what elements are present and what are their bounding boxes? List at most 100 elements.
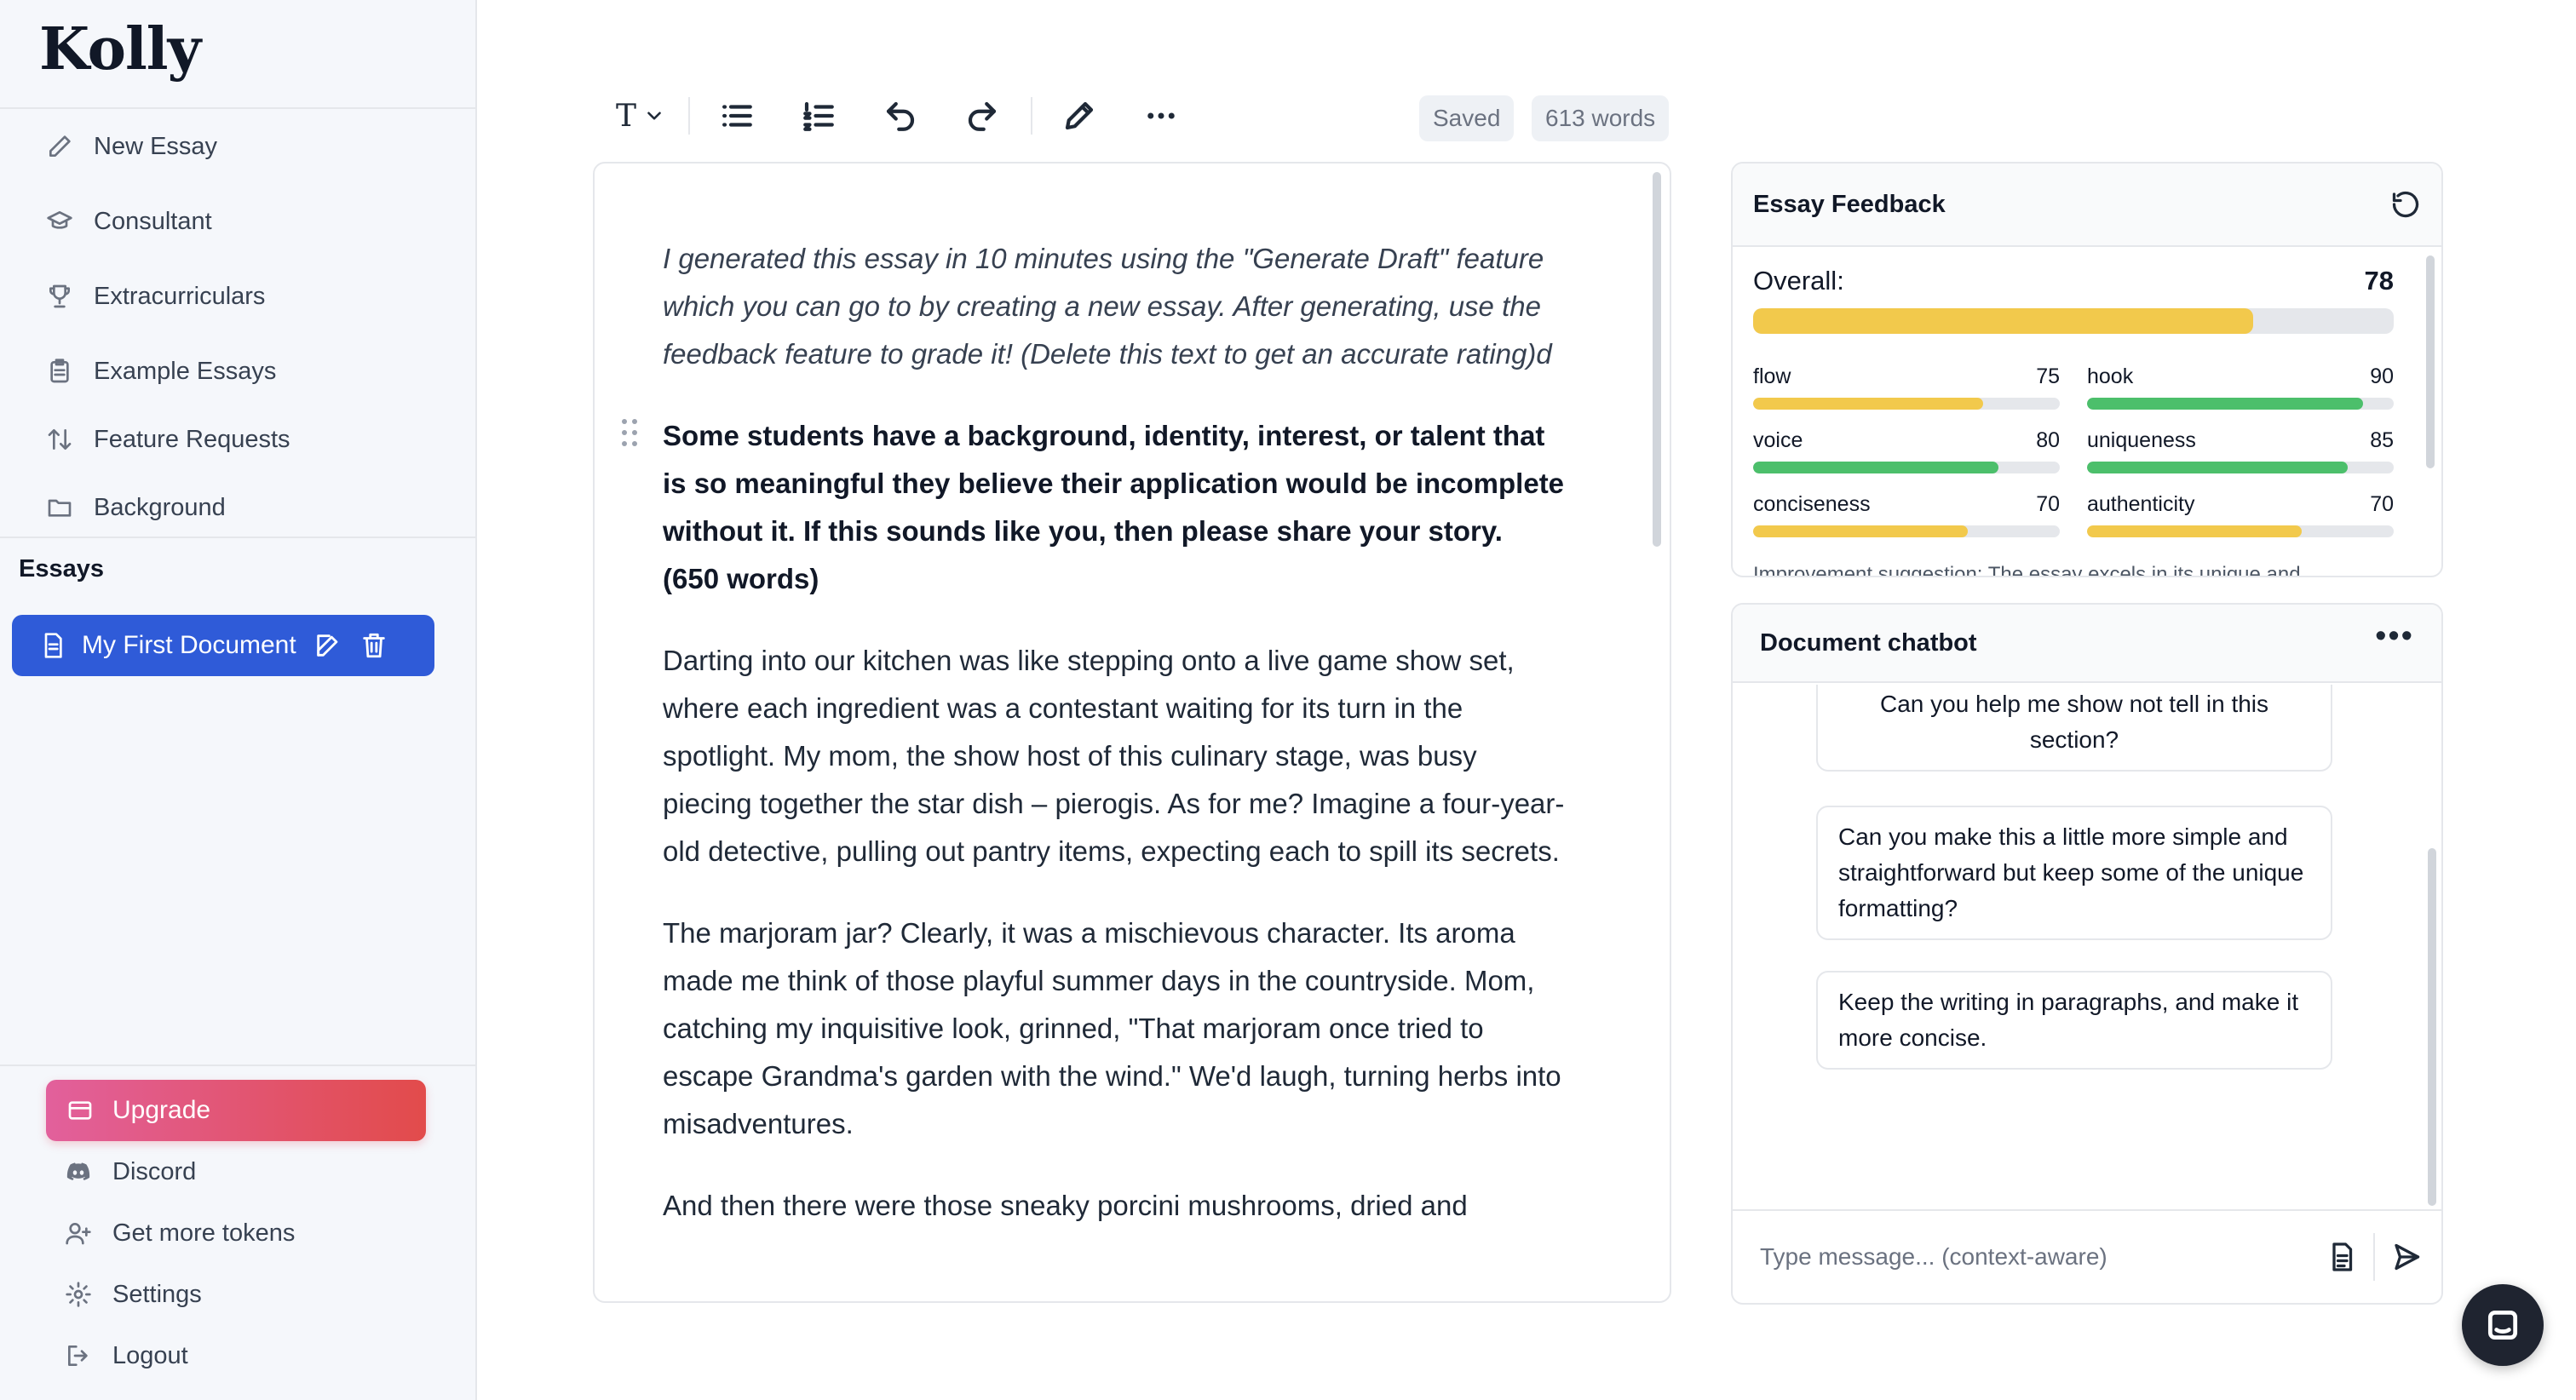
divider [0,1064,475,1066]
editor-paragraph[interactable]: The marjoram jar? Clearly, it was a misc… [663,909,1566,1148]
metric-progress-bar [2087,462,2394,473]
attach-document-button[interactable] [2317,1232,2366,1282]
sort-arrows-icon [44,424,75,455]
feedback-title: Essay Feedback [1753,190,1946,218]
text-style-dropdown[interactable]: T [610,95,671,136]
discord-icon [66,1162,90,1180]
metric-progress-bar [1753,398,2060,410]
metric-name: hook [2087,364,2134,388]
metric-progress-fill [1753,525,1968,537]
trash-icon[interactable] [359,631,388,660]
send-button[interactable] [2382,1232,2431,1282]
sidebar: Kolly New Essay Consultant Extracurricul… [0,0,477,1400]
more-options-button[interactable] [1140,95,1182,136]
essay-editor[interactable]: I generated this essay in 10 minutes usi… [593,162,1671,1303]
editor-scrollbar[interactable] [1653,172,1661,547]
chatbot-messages[interactable]: Can you help me show not tell in this se… [1733,685,2441,1213]
document-item-my-first-document[interactable]: My First Document [12,615,434,676]
document-icon [2332,1242,2353,1271]
folder-icon [44,492,75,523]
nav-background[interactable]: Background [44,482,226,533]
chevron-down-icon [647,112,661,120]
chatbot-scrollbar[interactable] [2428,848,2436,1206]
nav-consultant[interactable]: Consultant [44,196,212,247]
discord-link[interactable]: Discord [65,1148,196,1196]
discord-label: Discord [112,1157,197,1185]
nav-label: Feature Requests [94,425,290,453]
metric-name: uniqueness [2087,428,2196,452]
settings-link[interactable]: Settings [65,1271,202,1318]
drag-handle-icon[interactable] [622,419,642,448]
pencil-icon [44,131,75,162]
send-icon [2395,1243,2420,1271]
metric-score: 85 [2370,428,2394,452]
document-label: My First Document [82,631,296,659]
metric-score: 75 [2036,364,2060,388]
redo-button[interactable] [961,95,1003,136]
edit-icon[interactable] [313,631,342,660]
metric-flow: flow 75 [1753,364,2060,410]
nav-feature-requests[interactable]: Feature Requests [44,414,290,465]
nav-extracurriculars[interactable]: Extracurriculars [44,271,265,322]
word-count-badge: 613 words [1532,95,1670,141]
chatbot-header: Document chatbot ••• [1733,605,2441,683]
metric-row: hook 90 [2087,364,2394,389]
editor-content[interactable]: I generated this essay in 10 minutes usi… [622,235,1566,1264]
overall-score: 78 [2364,266,2394,295]
editor-paragraph[interactable]: I generated this essay in 10 minutes usi… [663,235,1566,378]
undo-icon [886,101,915,131]
metric-progress-fill [2087,525,2302,537]
metric-progress-bar [2087,398,2394,410]
nav-example-essays[interactable]: Example Essays [44,346,276,397]
document-icon [44,633,62,658]
undo-button[interactable] [879,95,922,136]
bullet-list-button[interactable] [716,95,758,136]
numbered-list-icon [803,101,834,131]
chat-bubble-icon [2487,1310,2518,1340]
highlight-button[interactable] [1058,95,1101,136]
trophy-icon [44,281,75,312]
chat-message-input[interactable] [1733,1223,2317,1291]
metric-score: 70 [2036,492,2060,516]
metric-progress-fill [1753,462,1998,473]
nav-label: Example Essays [94,357,277,385]
bullet-list-icon [722,105,752,127]
metric-progress-bar [2087,525,2394,537]
logout-link[interactable]: Logout [65,1332,188,1380]
editor-prompt-paragraph[interactable]: Some students have a background, identit… [663,412,1566,603]
logout-icon [68,1345,88,1366]
editor-paragraph[interactable]: Darting into our kitchen was like steppi… [663,637,1566,875]
feedback-header: Essay Feedback [1733,164,2441,247]
essay-feedback-panel: Essay Feedback Overall: 78 flow 75 hook 90 v… [1731,162,2443,577]
upgrade-button[interactable]: Upgrade [46,1080,426,1141]
app-logo[interactable]: Kolly [39,15,201,83]
essays-heading: Essays [19,555,104,582]
help-chat-button[interactable] [2462,1284,2544,1366]
metric-row: conciseness 70 [1753,492,2060,517]
chat-message[interactable]: Can you help me show not tell in this se… [1816,685,2332,772]
nav-new-essay[interactable]: New Essay [44,121,217,172]
refresh-icon[interactable] [2390,189,2421,220]
divider [0,107,475,109]
save-status-badge: Saved [1419,95,1515,141]
toolbar-divider [1031,97,1032,135]
editor-paragraph[interactable]: And then there were those sneaky porcini… [663,1182,1566,1230]
chat-message[interactable]: Keep the writing in paragraphs, and make… [1816,971,2332,1070]
more-horizontal-icon[interactable]: ••• [2375,620,2414,658]
gear-icon [66,1282,91,1307]
metric-name: voice [1753,428,1803,452]
metric-progress-fill [1753,398,1983,410]
feedback-scrollbar[interactable] [2426,255,2435,576]
get-more-tokens-link[interactable]: Get more tokens [65,1209,295,1257]
chat-input-row [1733,1209,2441,1303]
metric-authenticity: authenticity 70 [2087,492,2394,537]
metric-progress-bar [1753,462,2060,473]
text-style-label: T [615,98,636,134]
metric-progress-bar [1753,525,2060,537]
metrics-grid: flow 75 hook 90 voice 80 uniqueness 85 concisene… [1753,364,2394,537]
chatbot-title: Document chatbot [1760,628,1977,657]
settings-label: Settings [112,1280,202,1308]
overall-progress-fill [1753,308,2253,334]
numbered-list-button[interactable] [797,95,840,136]
chat-message[interactable]: Can you make this a little more simple a… [1816,806,2332,940]
